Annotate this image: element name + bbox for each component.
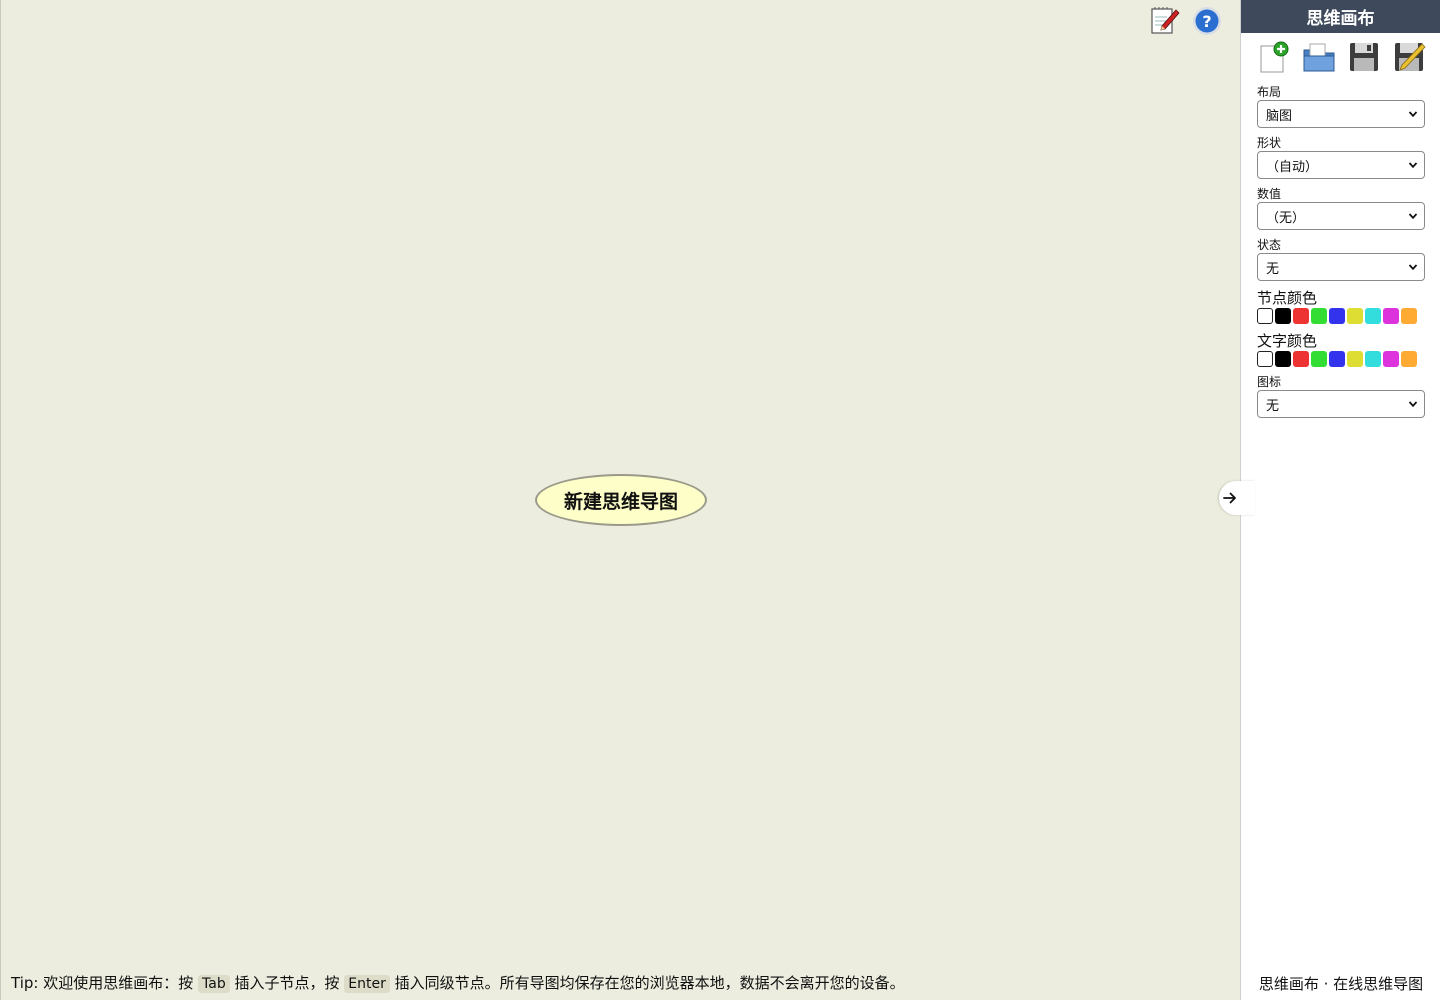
root-node-label: 新建思维导图: [563, 490, 678, 513]
arrow-right-icon: [1223, 492, 1236, 504]
color-swatch[interactable]: [1347, 351, 1363, 367]
text-color-field: 文字颜色: [1241, 332, 1440, 367]
save-disk-icon[interactable]: [1347, 40, 1381, 74]
sidebar: 思维画布 布局 脑图 形状 （自动） 数值 （无） 状态 无 节点颜色 文字颜色…: [1240, 0, 1440, 1000]
icon-field: 图标 无: [1241, 375, 1440, 418]
sidebar-footer: 思维画布 · 在线思维导图: [1258, 975, 1424, 993]
layout-field: 布局 脑图: [1241, 85, 1440, 128]
chevron-down-icon: [1408, 401, 1418, 408]
mindmap-canvas[interactable]: ? 新建思维导图 Tip: 欢迎使用思维画布：按 Tab 插入子节点，按 Ent…: [0, 0, 1240, 1000]
icon-select[interactable]: 无: [1257, 390, 1425, 418]
color-swatch[interactable]: [1311, 351, 1327, 367]
color-swatch[interactable]: [1293, 308, 1309, 324]
status-select[interactable]: 无: [1257, 253, 1425, 281]
value-select[interactable]: （无）: [1257, 202, 1425, 230]
color-swatch[interactable]: [1311, 308, 1327, 324]
help-icon[interactable]: ?: [1191, 5, 1223, 37]
save-as-icon[interactable]: [1392, 40, 1426, 74]
shape-field: 形状 （自动）: [1241, 136, 1440, 179]
node-color-swatches: [1257, 308, 1424, 324]
chevron-down-icon: [1408, 111, 1418, 118]
status-value: 无: [1266, 261, 1280, 277]
node-color-field: 节点颜色: [1241, 289, 1440, 324]
layout-label: 布局: [1257, 85, 1282, 99]
value-value: （无）: [1266, 210, 1306, 226]
layout-value: 脑图: [1266, 108, 1293, 124]
open-folder-icon[interactable]: [1302, 40, 1336, 74]
new-document-icon[interactable]: [1257, 40, 1291, 74]
layout-select[interactable]: 脑图: [1257, 100, 1425, 128]
status-field: 状态 无: [1241, 238, 1440, 281]
status-label: 状态: [1257, 238, 1282, 252]
text-color-swatches: [1257, 351, 1424, 367]
sidebar-title: 思维画布: [1241, 0, 1440, 33]
shape-select[interactable]: （自动）: [1257, 151, 1425, 179]
collapse-sidebar-button[interactable]: [1219, 481, 1255, 515]
color-swatch[interactable]: [1347, 308, 1363, 324]
color-swatch[interactable]: [1275, 351, 1291, 367]
color-swatch[interactable]: [1383, 351, 1399, 367]
tip-bar: Tip: 欢迎使用思维画布：按 Tab 插入子节点，按 Enter 插入同级节点…: [11, 972, 905, 993]
color-swatch[interactable]: [1293, 351, 1309, 367]
value-label: 数值: [1257, 187, 1282, 201]
chevron-down-icon: [1408, 264, 1418, 271]
shape-value: （自动）: [1266, 159, 1319, 175]
root-node[interactable]: 新建思维导图: [535, 474, 707, 526]
color-swatch[interactable]: [1383, 308, 1399, 324]
color-swatch[interactable]: [1329, 351, 1345, 367]
icon-value: 无: [1266, 398, 1280, 414]
shape-label: 形状: [1257, 136, 1282, 150]
color-swatch[interactable]: [1365, 351, 1381, 367]
swatch-none[interactable]: [1257, 351, 1273, 367]
chevron-down-icon: [1408, 213, 1418, 220]
color-swatch[interactable]: [1365, 308, 1381, 324]
color-swatch[interactable]: [1401, 308, 1417, 324]
tip-suffix: 插入同级节点。所有导图均保存在您的浏览器本地，数据不会离开您的设备。: [394, 974, 905, 992]
node-color-label: 节点颜色: [1257, 289, 1318, 307]
color-swatch[interactable]: [1329, 308, 1345, 324]
top-toolbar: ?: [1149, 5, 1223, 37]
edit-notes-icon[interactable]: [1149, 5, 1181, 37]
icon-label: 图标: [1257, 375, 1282, 389]
swatch-none[interactable]: [1257, 308, 1273, 324]
chevron-down-icon: [1408, 162, 1418, 169]
svg-text:?: ?: [1202, 12, 1211, 31]
enter-key-hint: Enter: [344, 975, 390, 993]
value-field: 数值 （无）: [1241, 187, 1440, 230]
color-swatch[interactable]: [1401, 351, 1417, 367]
tab-key-hint: Tab: [198, 975, 230, 993]
tip-mid: 插入子节点，按: [234, 974, 340, 992]
file-toolbar: [1241, 33, 1440, 77]
tip-prefix: Tip: 欢迎使用思维画布：按: [11, 974, 194, 992]
text-color-label: 文字颜色: [1257, 332, 1318, 350]
color-swatch[interactable]: [1275, 308, 1291, 324]
